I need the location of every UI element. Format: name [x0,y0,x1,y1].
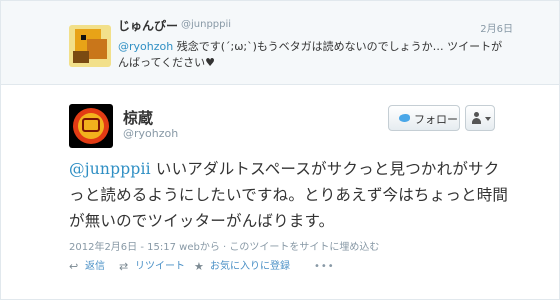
author-avatar[interactable] [69,104,113,148]
reply-mention-link[interactable]: @ryohzoh [118,40,173,53]
retweet-icon: ⇄ [119,260,129,273]
tweet-card: じゅんぴー @junpppii 2月6日 @ryohzoh 残念です(´;ω;`… [0,0,560,300]
avatar-pixel [87,39,107,59]
favorite-button-label: お気に入りに登録 [210,261,290,272]
reply-button-label: 返信 [85,261,105,272]
reply-user-handle[interactable]: @junpppii [181,19,231,30]
reply-arrow-icon: ↩ [69,260,79,273]
tweet-timestamp[interactable]: 2012年2月6日 - 15:17 [69,242,176,253]
avatar-pixel [81,35,86,40]
follow-button-label: フォロー [414,113,458,126]
user-icon-body [472,118,481,124]
reply-body: 残念です(´;ω;`)もうベタガは読めないのでしょうか… ツイートがんばってくだ… [118,40,503,69]
avatar-logo-mark [82,118,100,132]
tweet-text: @junpppii いいアダルトスペースがサクっと見つかれがサクっと読めるように… [69,156,509,234]
reply-tweet[interactable]: じゅんぴー @junpppii 2月6日 @ryohzoh 残念です(´;ω;`… [1,1,559,85]
reply-date[interactable]: 2月6日 [480,20,513,35]
star-icon: ★ [194,260,204,273]
reply-text: @ryohzoh 残念です(´;ω;`)もうベタガは読めないのでしょうか… ツイ… [118,39,506,71]
reply-avatar[interactable] [69,25,111,67]
meta-separator: · [223,242,227,253]
tweet-mention-link[interactable]: @junpppii [69,160,151,178]
author-handle[interactable]: @ryohzoh [123,127,178,140]
embed-tweet-link[interactable]: このツイートをサイトに埋め込む [229,242,379,253]
tweet-meta: 2012年2月6日 - 15:17 webから · このツイートをサイトに埋め込… [69,238,379,253]
retweet-button-label: リツイート [135,261,185,272]
avatar-pixel [73,51,89,63]
user-icon [474,112,479,117]
tweet-source-link[interactable]: webから [179,242,220,253]
more-actions-label: ••• [314,261,335,272]
user-actions-dropdown[interactable] [465,105,495,131]
follow-button[interactable]: フォロー [388,105,460,131]
reply-user-name[interactable]: じゅんぴー [118,17,178,34]
chevron-down-icon [485,117,491,121]
author-name[interactable]: 椋蔵 [123,107,153,128]
twitter-bird-icon [399,114,410,122]
